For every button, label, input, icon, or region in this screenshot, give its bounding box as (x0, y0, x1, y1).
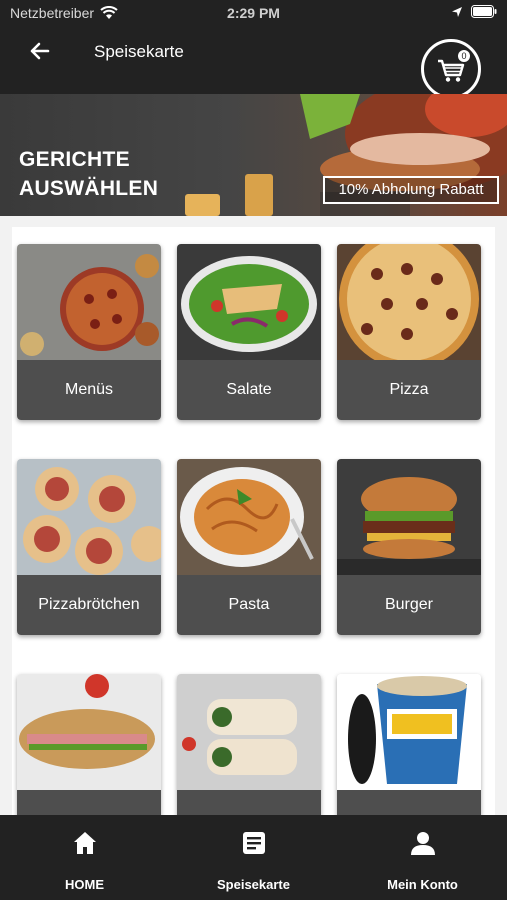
wraps-photo (177, 674, 321, 790)
category-label: Burger (337, 575, 481, 635)
category-card-menus[interactable]: Menüs (17, 244, 161, 420)
category-label: Salate (177, 360, 321, 420)
category-card-salate[interactable]: Salate (177, 244, 321, 420)
nav-home[interactable]: HOME (0, 815, 169, 900)
category-card-burger[interactable]: Burger (337, 459, 481, 635)
nav-home-label: HOME (65, 877, 104, 892)
pizza-photo (337, 244, 481, 360)
category-label: Pizza (337, 360, 481, 420)
category-label: Menüs (17, 360, 161, 420)
home-icon (73, 832, 96, 854)
nav-account-label: Mein Konto (387, 877, 458, 892)
status-time: 2:29 PM (227, 5, 280, 21)
back-button[interactable] (22, 36, 58, 66)
hero-title-line1: GERICHTE (19, 148, 130, 171)
shopping-cart-icon (438, 59, 465, 82)
category-grid: Menüs Salate Pizza Pizzabrötchen Pasta B… (12, 227, 495, 850)
ice-cream-photo (337, 674, 481, 790)
cart-button[interactable] (421, 39, 481, 99)
salad-photo (177, 244, 321, 360)
status-bar: Netzbetreiber 2:29 PM (0, 0, 507, 28)
nav-speisekarte-label: Speisekarte (217, 877, 290, 892)
user-icon (410, 832, 435, 855)
nav-account[interactable]: Mein Konto (338, 815, 507, 900)
menu-document-icon (242, 832, 265, 854)
hero-title: GERICHTE AUSWÄHLEN (19, 145, 158, 203)
burger-photo-card (337, 459, 481, 575)
hero-title-line2: AUSWÄHLEN (19, 177, 159, 200)
pizza-rolls-photo (17, 459, 161, 575)
bottom-nav: HOME Speisekarte Mein Konto (0, 815, 507, 900)
pasta-photo (177, 459, 321, 575)
category-label: Pasta (177, 575, 321, 635)
sandwich-photo (17, 674, 161, 790)
arrow-left-icon (30, 42, 50, 60)
category-card-pizza[interactable]: Pizza (337, 244, 481, 420)
page-title: Speisekarte (94, 42, 184, 61)
cart-count-badge: 0 (458, 50, 470, 62)
menus-photo (17, 244, 161, 360)
hero-banner: GERICHTE AUSWÄHLEN 10% Abholung Rabatt (0, 94, 507, 216)
category-label: Pizzabrötchen (17, 575, 161, 635)
battery-icon (471, 5, 497, 18)
nav-speisekarte[interactable]: Speisekarte (169, 815, 338, 900)
location-arrow-icon (452, 6, 462, 17)
category-card-pizzabroetchen[interactable]: Pizzabrötchen (17, 459, 161, 635)
discount-badge: 10% Abholung Rabatt (323, 176, 499, 204)
category-card-pasta[interactable]: Pasta (177, 459, 321, 635)
status-right (451, 5, 497, 18)
